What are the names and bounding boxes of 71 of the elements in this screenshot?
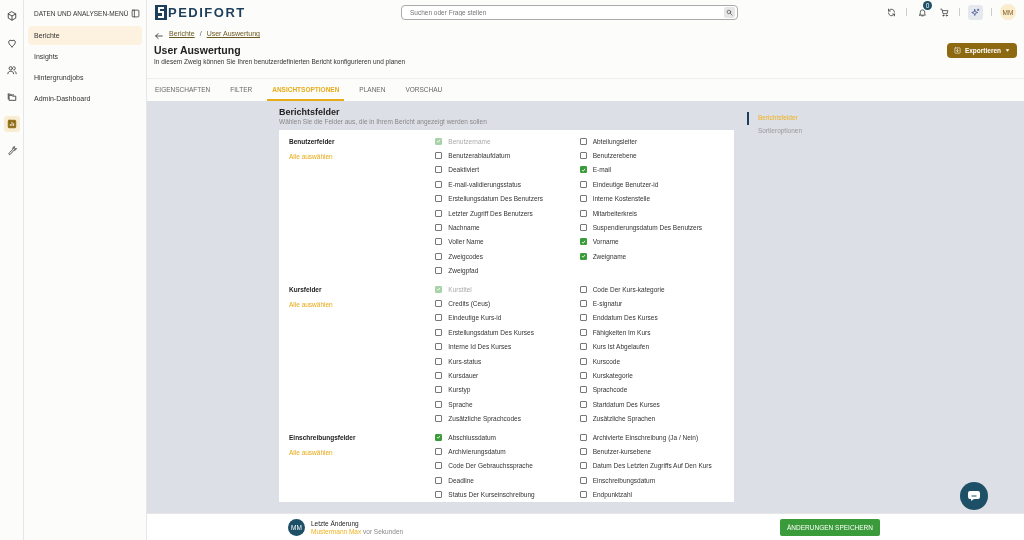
checkbox[interactable] — [435, 238, 443, 246]
users-icon — [6, 65, 17, 75]
chart-icon — [6, 119, 17, 129]
caret-icon — [1005, 48, 1010, 53]
cube-icon — [6, 11, 17, 21]
toolbar-button[interactable] — [968, 4, 983, 20]
checkbox[interactable] — [435, 386, 443, 394]
checkbox[interactable] — [435, 267, 443, 275]
bell-icon — [917, 7, 927, 17]
checkbox[interactable] — [435, 252, 443, 260]
checkbox[interactable] — [579, 137, 587, 145]
search-button[interactable] — [724, 6, 735, 18]
checkbox[interactable] — [579, 285, 587, 293]
checkbox[interactable] — [579, 415, 587, 423]
checkbox[interactable] — [579, 152, 587, 160]
checkbox[interactable] — [579, 328, 587, 336]
checkbox[interactable] — [579, 314, 587, 322]
checkbox[interactable] — [579, 180, 587, 188]
checkbox[interactable] — [435, 433, 443, 441]
checkbox[interactable] — [579, 300, 587, 307]
checkbox[interactable] — [435, 415, 443, 423]
sparkle-icon — [971, 7, 980, 17]
checkbox[interactable] — [579, 433, 587, 441]
checkbox[interactable] — [579, 195, 587, 203]
download-icon — [953, 47, 961, 54]
back-arrow-icon — [154, 30, 164, 41]
cart-icon — [939, 7, 949, 17]
checkbox[interactable] — [435, 180, 443, 188]
checkbox[interactable] — [579, 400, 587, 408]
checkbox[interactable] — [435, 209, 443, 217]
checkbox[interactable] — [435, 300, 443, 307]
refresh-icon — [886, 7, 896, 17]
checkbox[interactable] — [435, 357, 443, 365]
checkbox[interactable] — [435, 371, 443, 379]
folders-icon — [6, 92, 17, 102]
section-title: Berichtsfelder — [279, 107, 341, 117]
checkbox[interactable] — [579, 224, 587, 232]
checkbox[interactable] — [579, 343, 587, 351]
checkbox[interactable] — [435, 224, 443, 232]
logo-text: PEDIFORT — [168, 4, 246, 20]
checkbox[interactable] — [579, 476, 587, 484]
wrench-icon — [6, 146, 17, 156]
nav-button[interactable] — [3, 116, 20, 132]
checkbox[interactable] — [435, 152, 443, 160]
checkbox[interactable] — [579, 238, 587, 246]
search-icon — [726, 8, 733, 16]
chat-bubble-icon — [968, 491, 980, 501]
checkbox[interactable] — [435, 491, 443, 499]
checkbox[interactable] — [579, 491, 587, 499]
sidebar-toggle-icon — [131, 9, 140, 18]
checkbox[interactable] — [579, 371, 587, 379]
checkbox[interactable] — [435, 195, 443, 203]
checkbox[interactable] — [579, 447, 587, 455]
toolbar-button[interactable] — [937, 5, 951, 19]
page-title: User Auswertung — [154, 44, 242, 56]
checkbox[interactable] — [435, 166, 443, 174]
checkbox[interactable] — [435, 314, 443, 322]
checkbox[interactable] — [435, 400, 443, 408]
checkbox[interactable] — [579, 252, 587, 260]
logo-mark-icon — [155, 4, 167, 20]
checkbox[interactable] — [579, 462, 587, 470]
checkbox[interactable] — [435, 328, 443, 336]
checkbox[interactable] — [435, 447, 443, 455]
checkbox[interactable] — [579, 357, 587, 365]
checkbox[interactable] — [435, 343, 443, 351]
checkbox[interactable] — [579, 386, 587, 394]
checkbox[interactable] — [435, 462, 443, 470]
heart-icon — [6, 38, 17, 48]
checkbox[interactable] — [435, 476, 443, 484]
checkbox[interactable] — [579, 209, 587, 217]
checkbox[interactable] — [579, 166, 587, 174]
